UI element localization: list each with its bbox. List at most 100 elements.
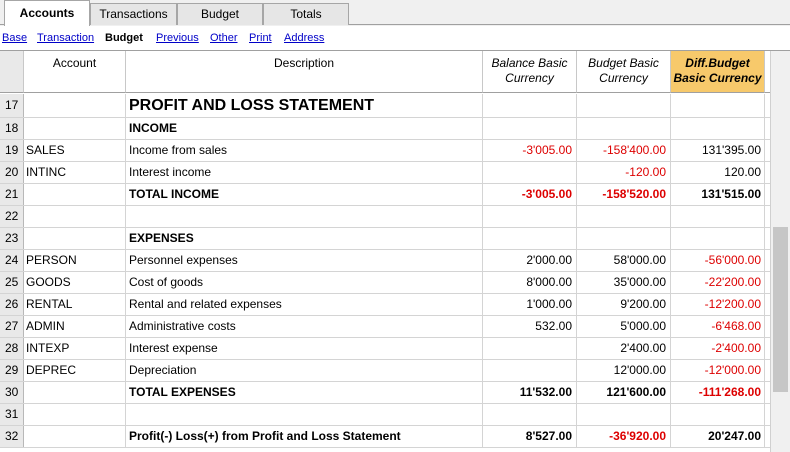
diff-cell[interactable]: 20'247.00 xyxy=(671,426,765,447)
account-cell[interactable]: INTINC xyxy=(24,162,126,183)
tab-accounts[interactable]: Accounts xyxy=(4,0,90,26)
budget-cell[interactable]: 121'600.00 xyxy=(577,382,671,403)
column-header-account[interactable]: Account xyxy=(24,51,126,93)
account-cell[interactable]: SALES xyxy=(24,140,126,161)
account-cell[interactable]: INTEXP xyxy=(24,338,126,359)
budget-cell[interactable]: -158'520.00 xyxy=(577,184,671,205)
table-row[interactable]: 25 GOODS Cost of goods 8'000.00 35'000.00 -22… xyxy=(0,272,770,294)
account-cell[interactable]: DEPREC xyxy=(24,360,126,381)
account-cell[interactable]: ADMIN xyxy=(24,316,126,337)
balance-cell[interactable] xyxy=(483,338,577,359)
budget-cell[interactable] xyxy=(577,206,671,227)
balance-cell[interactable] xyxy=(483,360,577,381)
description-cell[interactable]: Profit(-) Loss(+) from Profit and Loss S… xyxy=(126,426,483,447)
budget-cell[interactable]: 35'000.00 xyxy=(577,272,671,293)
table-row[interactable]: 19 SALES Income from sales -3'005.00 -158'40… xyxy=(0,140,770,162)
balance-cell[interactable]: 2'000.00 xyxy=(483,250,577,271)
account-cell[interactable] xyxy=(24,206,126,227)
balance-cell[interactable] xyxy=(483,206,577,227)
description-cell[interactable]: EXPENSES xyxy=(126,228,483,249)
budget-cell[interactable] xyxy=(577,94,671,117)
diff-cell[interactable]: -2'400.00 xyxy=(671,338,765,359)
diff-cell[interactable]: -6'468.00 xyxy=(671,316,765,337)
budget-cell[interactable] xyxy=(577,118,671,139)
table-row[interactable]: 31 xyxy=(0,404,770,426)
balance-cell[interactable] xyxy=(483,404,577,425)
table-row[interactable]: 28 INTEXP Interest expense 2'400.00 -2'400.0… xyxy=(0,338,770,360)
budget-cell[interactable]: -158'400.00 xyxy=(577,140,671,161)
table-row[interactable]: 18 INCOME xyxy=(0,118,770,140)
view-link-transaction[interactable]: Transaction xyxy=(37,32,94,44)
table-row[interactable]: 23 EXPENSES xyxy=(0,228,770,250)
diff-cell[interactable]: 131'515.00 xyxy=(671,184,765,205)
balance-cell[interactable]: 8'527.00 xyxy=(483,426,577,447)
table-row[interactable]: 24 PERSON Personnel expenses 2'000.00 58'000… xyxy=(0,250,770,272)
diff-cell[interactable]: 131'395.00 xyxy=(671,140,765,161)
table-row[interactable]: 21 TOTAL INCOME -3'005.00 -158'520.00 131'51… xyxy=(0,184,770,206)
budget-cell[interactable]: 9'200.00 xyxy=(577,294,671,315)
account-cell[interactable]: RENTAL xyxy=(24,294,126,315)
column-header-description[interactable]: Description xyxy=(126,51,483,93)
description-cell[interactable] xyxy=(126,206,483,227)
description-cell[interactable]: Cost of goods xyxy=(126,272,483,293)
description-cell[interactable]: Income from sales xyxy=(126,140,483,161)
diff-cell[interactable] xyxy=(671,228,765,249)
description-cell[interactable]: TOTAL INCOME xyxy=(126,184,483,205)
column-header-budget[interactable]: Budget Basic Currency xyxy=(577,51,671,93)
balance-cell[interactable] xyxy=(483,162,577,183)
diff-cell[interactable] xyxy=(671,206,765,227)
budget-cell[interactable] xyxy=(577,404,671,425)
tab-totals[interactable]: Totals xyxy=(263,3,349,25)
view-link-base[interactable]: Base xyxy=(2,32,27,44)
budget-cell[interactable]: -36'920.00 xyxy=(577,426,671,447)
diff-cell[interactable] xyxy=(671,118,765,139)
description-cell[interactable]: Interest income xyxy=(126,162,483,183)
scrollbar-thumb[interactable] xyxy=(773,227,788,392)
table-row[interactable]: 30 TOTAL EXPENSES 11'532.00 121'600.00 -111'… xyxy=(0,382,770,404)
description-cell[interactable]: Rental and related expenses xyxy=(126,294,483,315)
view-link-budget[interactable]: Budget xyxy=(105,32,143,44)
tab-transactions[interactable]: Transactions xyxy=(90,3,177,25)
diff-cell[interactable]: -22'200.00 xyxy=(671,272,765,293)
balance-cell[interactable]: -3'005.00 xyxy=(483,184,577,205)
budget-cell[interactable]: 5'000.00 xyxy=(577,316,671,337)
account-cell[interactable]: GOODS xyxy=(24,272,126,293)
view-link-print[interactable]: Print xyxy=(249,32,272,44)
column-header-balance[interactable]: Balance Basic Currency xyxy=(483,51,577,93)
account-cell[interactable] xyxy=(24,382,126,403)
description-cell[interactable]: INCOME xyxy=(126,118,483,139)
tab-budget[interactable]: Budget xyxy=(177,3,263,25)
description-cell[interactable]: TOTAL EXPENSES xyxy=(126,382,483,403)
description-cell[interactable]: Depreciation xyxy=(126,360,483,381)
table-row[interactable]: 22 xyxy=(0,206,770,228)
view-link-address[interactable]: Address xyxy=(284,32,324,44)
account-cell[interactable] xyxy=(24,228,126,249)
account-cell[interactable] xyxy=(24,94,126,117)
balance-cell[interactable]: -3'005.00 xyxy=(483,140,577,161)
balance-cell[interactable] xyxy=(483,228,577,249)
account-cell[interactable] xyxy=(24,404,126,425)
description-cell[interactable]: Administrative costs xyxy=(126,316,483,337)
table-row[interactable]: 26 RENTAL Rental and related expenses 1'000… xyxy=(0,294,770,316)
description-cell[interactable]: Interest expense xyxy=(126,338,483,359)
balance-cell[interactable]: 11'532.00 xyxy=(483,382,577,403)
account-cell[interactable]: PERSON xyxy=(24,250,126,271)
budget-cell[interactable]: 2'400.00 xyxy=(577,338,671,359)
table-row[interactable]: 27 ADMIN Administrative costs 532.00 5'000.0… xyxy=(0,316,770,338)
description-cell[interactable] xyxy=(126,404,483,425)
description-cell[interactable]: Personnel expenses xyxy=(126,250,483,271)
balance-cell[interactable] xyxy=(483,118,577,139)
vertical-scrollbar[interactable] xyxy=(770,51,790,452)
diff-cell[interactable]: -12'200.00 xyxy=(671,294,765,315)
balance-cell[interactable]: 532.00 xyxy=(483,316,577,337)
diff-cell[interactable]: -56'000.00 xyxy=(671,250,765,271)
balance-cell[interactable] xyxy=(483,94,577,117)
budget-cell[interactable]: 58'000.00 xyxy=(577,250,671,271)
column-header-diff-budget[interactable]: Diff.Budget Basic Currency xyxy=(671,51,765,93)
diff-cell[interactable]: -12'000.00 xyxy=(671,360,765,381)
account-cell[interactable] xyxy=(24,184,126,205)
account-cell[interactable] xyxy=(24,118,126,139)
diff-cell[interactable] xyxy=(671,94,765,117)
balance-cell[interactable]: 8'000.00 xyxy=(483,272,577,293)
table-row[interactable]: 32 Profit(-) Loss(+) from Profit and Loss… xyxy=(0,426,770,448)
